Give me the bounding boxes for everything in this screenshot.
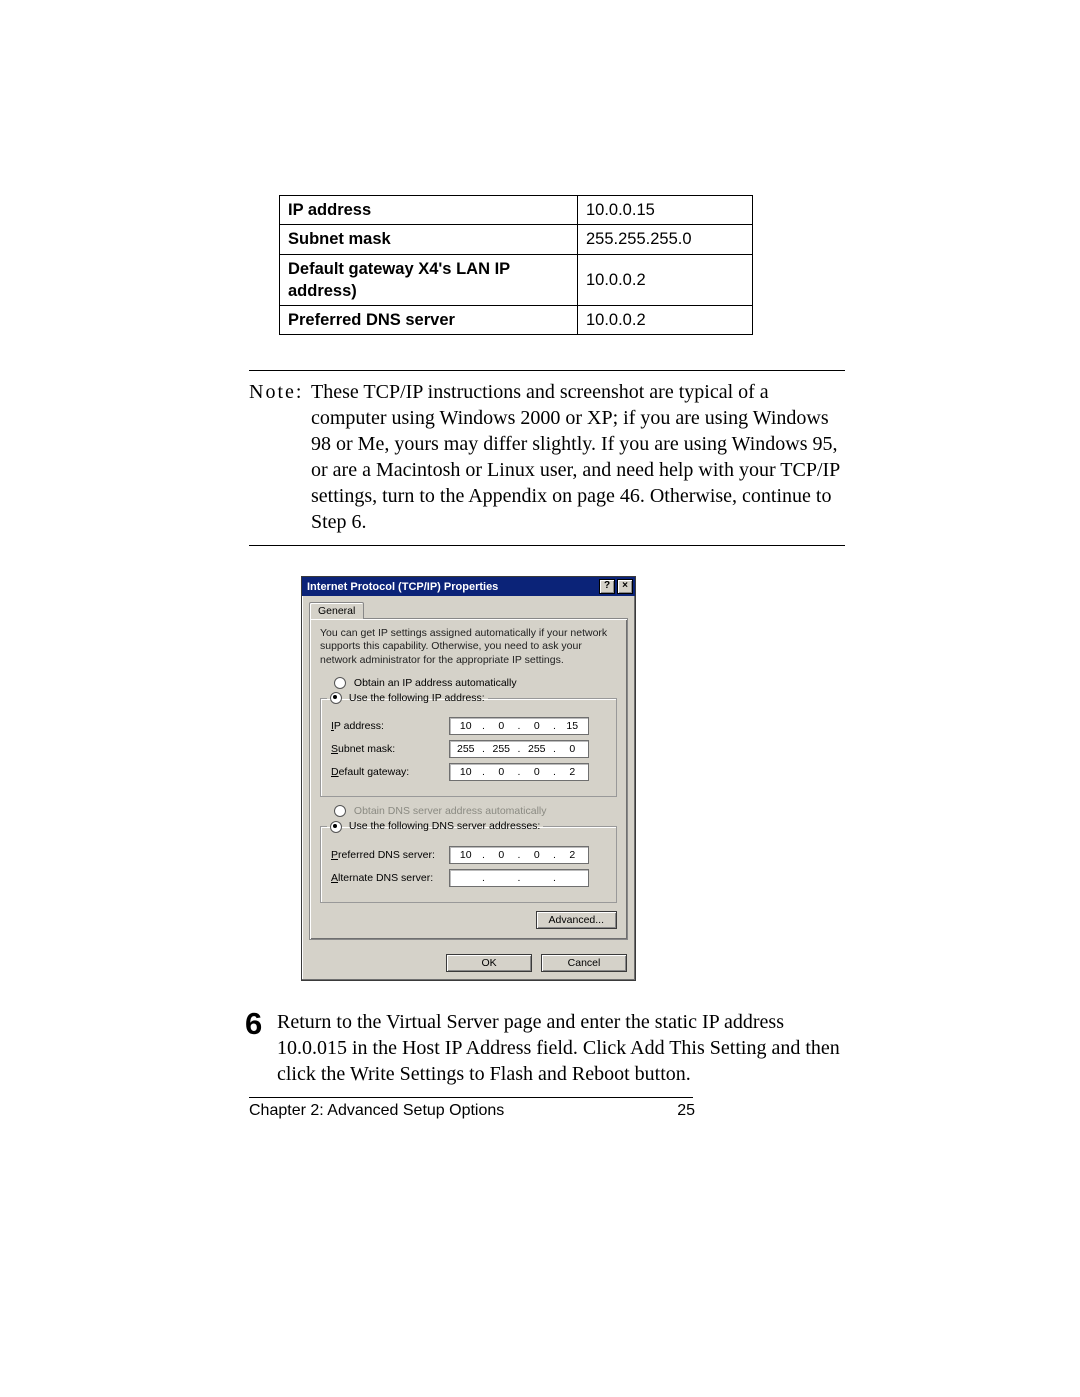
dialog-description: You can get IP settings assigned automat…: [320, 627, 617, 666]
tab-general[interactable]: General: [309, 602, 364, 619]
step-text: Return to the Virtual Server page and en…: [277, 1009, 845, 1088]
settings-value: 10.0.0.15: [577, 196, 752, 225]
settings-value: 10.0.0.2: [577, 254, 752, 306]
note-label: Note:: [249, 379, 311, 405]
preferred-dns-label: Preferred DNS server:: [331, 849, 449, 861]
radio-obtain-ip[interactable]: Obtain an IP address automatically: [334, 677, 617, 689]
ip-settings-table: IP address 10.0.0.15 Subnet mask 255.255…: [279, 195, 753, 335]
note-text: These TCP/IP instructions and screenshot…: [311, 379, 845, 535]
tab-panel-general: You can get IP settings assigned automat…: [309, 618, 628, 939]
radio-label: Use the following IP address:: [349, 692, 485, 704]
radio-icon: [330, 821, 342, 833]
step-number: 6: [245, 1004, 262, 1045]
close-button[interactable]: ×: [617, 579, 633, 594]
settings-value: 10.0.0.2: [577, 306, 752, 335]
cancel-button[interactable]: Cancel: [541, 954, 627, 972]
settings-label: Preferred DNS server: [280, 306, 578, 335]
settings-value: 255.255.255.0: [577, 225, 752, 254]
dialog-title: Internet Protocol (TCP/IP) Properties: [307, 581, 597, 593]
radio-label: Use the following DNS server addresses:: [349, 820, 540, 832]
radio-label: Obtain an IP address automatically: [354, 677, 517, 689]
advanced-button[interactable]: Advanced...: [536, 911, 617, 929]
step-6: 6 Return to the Virtual Server page and …: [249, 1009, 845, 1088]
radio-icon: [330, 692, 342, 704]
radio-icon: [334, 805, 346, 817]
page-footer: Chapter 2: Advanced Setup Options 25: [249, 1097, 693, 1120]
table-row: Default gateway X4's LAN IP address) 10.…: [280, 254, 753, 306]
settings-label: IP address: [280, 196, 578, 225]
footer-chapter: Chapter 2: Advanced Setup Options: [249, 1102, 504, 1119]
table-row: IP address 10.0.0.15: [280, 196, 753, 225]
radio-label: Obtain DNS server address automatically: [354, 805, 547, 817]
alternate-dns-label: Alternate DNS server:: [331, 872, 449, 884]
note-box: Note: These TCP/IP instructions and scre…: [249, 370, 845, 546]
alternate-dns-input[interactable]: . . .: [449, 869, 589, 887]
table-row: Subnet mask 255.255.255.0: [280, 225, 753, 254]
preferred-dns-input[interactable]: 10. 0. 0. 2: [449, 846, 589, 864]
group-use-dns: Use the following DNS server addresses: …: [320, 820, 617, 902]
radio-use-ip[interactable]: Use the following IP address:: [327, 692, 488, 704]
help-button[interactable]: ?: [599, 579, 615, 594]
table-row: Preferred DNS server 10.0.0.2: [280, 306, 753, 335]
radio-use-dns[interactable]: Use the following DNS server addresses:: [327, 820, 543, 832]
ip-address-input[interactable]: 10. 0. 0. 15: [449, 717, 589, 735]
default-gateway-input[interactable]: 10. 0. 0. 2: [449, 763, 589, 781]
settings-label: Default gateway X4's LAN IP address): [280, 254, 578, 306]
dialog-titlebar: Internet Protocol (TCP/IP) Properties ? …: [302, 577, 635, 596]
settings-label: Subnet mask: [280, 225, 578, 254]
radio-obtain-dns: Obtain DNS server address automatically: [334, 805, 617, 817]
ip-address-label: IP address:: [331, 720, 449, 732]
subnet-mask-input[interactable]: 255. 255. 255. 0: [449, 740, 589, 758]
ok-button[interactable]: OK: [446, 954, 532, 972]
radio-icon: [334, 677, 346, 689]
subnet-mask-label: Subnet mask:: [331, 743, 449, 755]
group-use-ip: Use the following IP address: IP address…: [320, 692, 617, 797]
default-gateway-label: Default gateway:: [331, 766, 449, 778]
tcpip-properties-dialog: Internet Protocol (TCP/IP) Properties ? …: [301, 576, 636, 980]
footer-page-number: 25: [677, 1102, 695, 1120]
